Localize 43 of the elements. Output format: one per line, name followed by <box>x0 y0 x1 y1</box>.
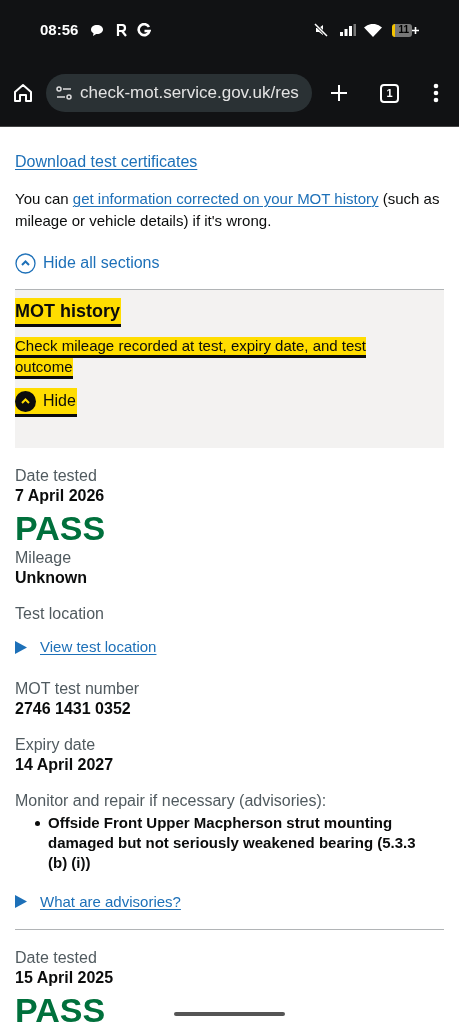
wifi-icon <box>364 23 383 37</box>
field-label: Date tested <box>15 466 97 486</box>
field-value: 2746 1431 0352 <box>15 698 131 719</box>
plus-icon[interactable] <box>330 84 348 102</box>
location-link[interactable]: View test location <box>40 636 157 659</box>
advisory-text: Offside Front Upper Macpherson strut mounting damaged but not seriously weakened bearing (5.3.3 (b) (i)) <box>48 812 417 873</box>
result-text: PASS <box>15 508 106 548</box>
home-icon[interactable] <box>12 82 34 104</box>
letter-g-icon <box>137 23 152 37</box>
more-options-icon[interactable] <box>433 83 439 103</box>
field-value: 15 April 2025 <box>15 968 114 988</box>
field-label: Expiry date <box>15 734 96 755</box>
field-value: 7 April 2026 <box>15 486 105 506</box>
field-value: Unknown <box>15 568 87 588</box>
field-label: Mileage <box>15 548 72 568</box>
signal-icon <box>340 24 357 36</box>
clock-text: 08:56 <box>40 19 79 40</box>
section-toggle[interactable]: Hide <box>15 388 77 417</box>
chevron-circle-icon <box>15 252 36 274</box>
triangle-icon <box>15 895 27 909</box>
site-settings-icon[interactable] <box>56 86 72 100</box>
address-bar[interactable]: check-mot.service.gov.uk/res <box>46 74 312 112</box>
letter-r-icon <box>116 23 128 37</box>
url-text: check-mot.service.gov.uk/res <box>80 82 299 105</box>
correction-paragraph: You can get information corrected on your MOT history (such as mileage or vehicle details) if it's wrong. <box>15 189 441 231</box>
field-label: MOT test number <box>15 678 140 699</box>
field-label: Date tested <box>15 948 97 968</box>
battery-text: 11 <box>398 25 409 35</box>
advisories-link[interactable]: What are advisories? <box>40 890 181 913</box>
result-text: PASS <box>15 990 106 1024</box>
chat-bubble-icon <box>90 23 105 37</box>
tab-switcher-button[interactable]: 1 <box>380 83 399 103</box>
field-value: 14 April 2027 <box>15 754 114 775</box>
hide-all-sections-button[interactable]: Hide all sections <box>15 251 160 275</box>
download-link[interactable]: Download test certificates <box>15 152 198 172</box>
field-label: Monitor and repair if necessary (advisories): <box>15 790 327 811</box>
triangle-icon <box>15 640 27 654</box>
charging-plus-icon <box>412 26 419 34</box>
correction-link[interactable]: get information corrected on your MOT history <box>72 190 379 207</box>
field-label: Test location <box>15 604 104 624</box>
muted-speaker-icon <box>314 23 329 37</box>
section-title: MOT history <box>15 298 121 327</box>
bullet-icon <box>35 820 40 826</box>
